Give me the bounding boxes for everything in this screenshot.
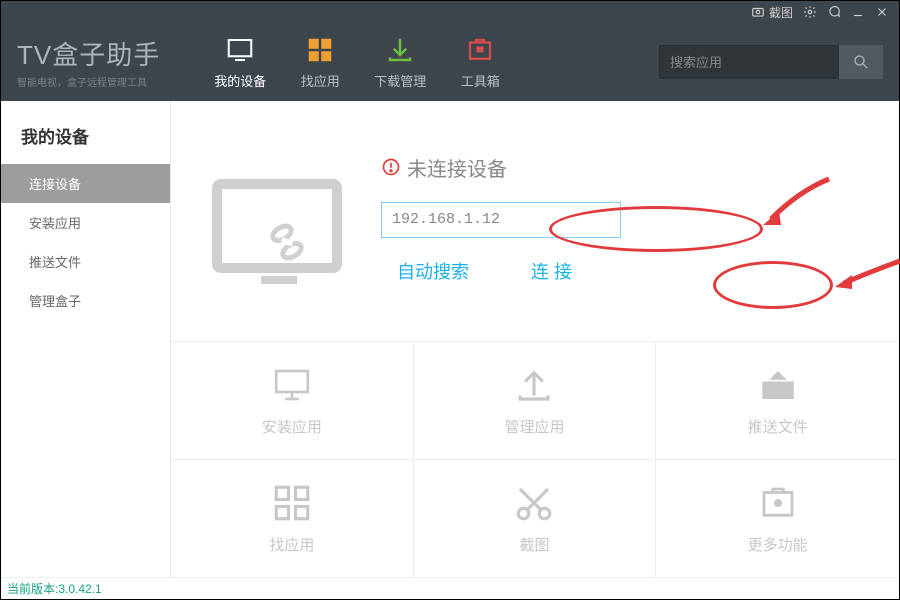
app-window: 截图 TV盒子助手 智能电视，盒子远程管理工具 xyxy=(0,0,900,600)
ip-input[interactable] xyxy=(381,202,621,238)
grid-icon xyxy=(271,482,313,524)
sidebar-title: 我的设备 xyxy=(1,115,170,164)
cell-push-file[interactable]: 推送文件 xyxy=(656,341,899,459)
upload-icon xyxy=(513,364,555,406)
minimize-icon xyxy=(851,5,865,19)
tab-my-devices[interactable]: 我的设备 xyxy=(200,28,280,96)
device-illustration xyxy=(211,176,351,296)
logo-subtitle: 智能电视，盒子远程管理工具 xyxy=(17,74,160,89)
cell-more[interactable]: 更多功能 xyxy=(656,459,899,577)
tab-label: 工具箱 xyxy=(461,71,500,90)
inbox-up-icon xyxy=(757,364,799,406)
search-input[interactable] xyxy=(659,45,839,79)
sidebar-item-manage-box[interactable]: 管理盒子 xyxy=(1,281,170,320)
connect-button[interactable]: 连 接 xyxy=(515,252,588,290)
settings-button[interactable] xyxy=(803,5,817,19)
main-nav: 我的设备 找应用 下载管理 工具箱 xyxy=(200,28,520,96)
camera-icon xyxy=(751,5,765,19)
annotation-ring-connect xyxy=(713,261,833,309)
alert-icon xyxy=(381,157,401,177)
version-label: 当前版本:3.0.42.1 xyxy=(7,580,102,597)
tab-label: 下载管理 xyxy=(374,71,426,90)
connect-area: 未连接设备 自动搜索 连 接 xyxy=(171,101,899,341)
monitor-icon xyxy=(225,35,255,65)
cell-manage-app[interactable]: 管理应用 xyxy=(414,341,657,459)
status-text: 未连接设备 xyxy=(407,153,507,182)
status-row: 未连接设备 xyxy=(381,153,507,182)
cell-label: 安装应用 xyxy=(262,416,322,437)
toolbox-icon xyxy=(757,482,799,524)
status-bar: 当前版本:3.0.42.1 xyxy=(1,577,899,599)
sidebar-item-install-app[interactable]: 安装应用 xyxy=(1,203,170,242)
tab-toolbox[interactable]: 工具箱 xyxy=(440,28,520,96)
cell-label: 更多功能 xyxy=(748,534,808,555)
tab-label: 找应用 xyxy=(301,71,340,90)
search-icon xyxy=(852,53,870,71)
toolbox-icon xyxy=(465,35,495,65)
main-panel: 未连接设备 自动搜索 连 接 xyxy=(171,101,899,577)
download-icon xyxy=(385,35,415,65)
cell-label: 截图 xyxy=(519,534,549,555)
feedback-button[interactable] xyxy=(827,5,841,19)
bubble-icon xyxy=(827,5,841,19)
tab-label: 我的设备 xyxy=(214,71,266,90)
cell-find-app[interactable]: 找应用 xyxy=(171,459,414,577)
gear-icon xyxy=(803,5,817,19)
cell-label: 推送文件 xyxy=(748,416,808,437)
nav-row: TV盒子助手 智能电视，盒子远程管理工具 我的设备 找应用 下载管理 xyxy=(1,23,899,101)
cell-install-app[interactable]: 安装应用 xyxy=(171,341,414,459)
button-row: 自动搜索 连 接 xyxy=(381,252,588,290)
cell-label: 管理应用 xyxy=(504,416,564,437)
auto-search-button[interactable]: 自动搜索 xyxy=(381,252,485,290)
minimize-button[interactable] xyxy=(851,5,865,19)
close-button[interactable] xyxy=(875,5,889,19)
grid-icon xyxy=(305,35,335,65)
connect-column: 未连接设备 自动搜索 连 接 xyxy=(381,153,621,290)
monitor-icon xyxy=(271,364,313,406)
screenshot-link[interactable]: 截图 xyxy=(751,4,793,21)
body: 我的设备 连接设备 安装应用 推送文件 管理盒子 xyxy=(1,101,899,577)
close-icon xyxy=(875,5,889,19)
app-logo: TV盒子助手 智能电视，盒子远程管理工具 xyxy=(17,35,160,89)
sidebar-item-connect-device[interactable]: 连接设备 xyxy=(1,164,170,203)
annotation-arrow-ip xyxy=(759,171,839,231)
tab-find-apps[interactable]: 找应用 xyxy=(280,28,360,96)
cell-screenshot[interactable]: 截图 xyxy=(414,459,657,577)
screenshot-label: 截图 xyxy=(769,4,793,21)
topbar: 截图 TV盒子助手 智能电视，盒子远程管理工具 xyxy=(1,1,899,101)
search-button[interactable] xyxy=(839,45,883,79)
logo-title: TV盒子助手 xyxy=(17,35,160,72)
annotation-arrow-connect xyxy=(832,251,900,291)
sidebar-item-push-file[interactable]: 推送文件 xyxy=(1,242,170,281)
search-wrap xyxy=(659,45,883,79)
sidebar: 我的设备 连接设备 安装应用 推送文件 管理盒子 xyxy=(1,101,171,577)
feature-grid: 安装应用 管理应用 推送文件 找应用 截图 xyxy=(171,341,899,577)
tab-downloads[interactable]: 下载管理 xyxy=(360,28,440,96)
scissors-icon xyxy=(513,482,555,524)
cell-label: 找应用 xyxy=(269,534,314,555)
titlebar: 截图 xyxy=(1,1,899,23)
